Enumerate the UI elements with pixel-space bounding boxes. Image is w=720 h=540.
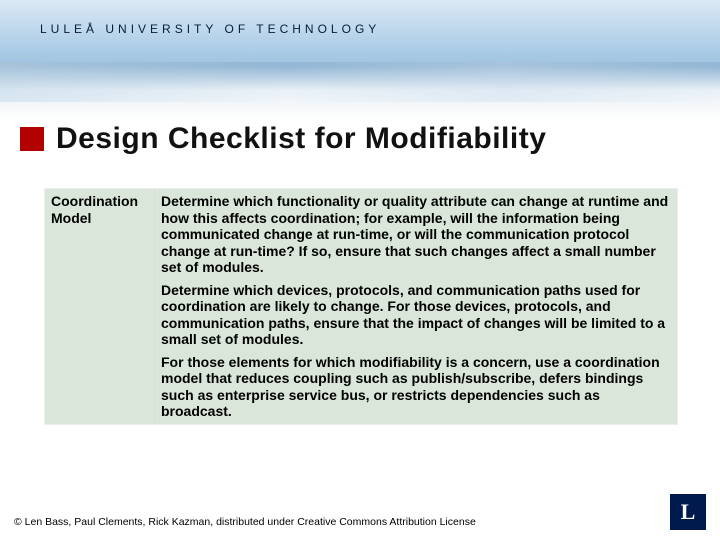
paragraph: Determine which devices, protocols, and … bbox=[161, 282, 671, 348]
row-label: Coordination Model bbox=[45, 189, 155, 425]
header-banner: LULEÅ UNIVERSITY OF TECHNOLOGY bbox=[0, 0, 720, 120]
paragraph: For those elements for which modifiabili… bbox=[161, 354, 671, 420]
title-bullet-icon bbox=[20, 127, 44, 151]
row-content: Determine which functionality or quality… bbox=[155, 189, 678, 425]
title-row: Design Checklist for Modifiability bbox=[0, 122, 720, 156]
paragraph: Determine which functionality or quality… bbox=[161, 193, 671, 276]
footer-attribution: © Len Bass, Paul Clements, Rick Kazman, … bbox=[14, 516, 476, 528]
slide-title: Design Checklist for Modifiability bbox=[56, 122, 546, 156]
checklist-table: Coordination Model Determine which funct… bbox=[44, 188, 678, 425]
logo-letter: L bbox=[681, 499, 696, 525]
university-logo: L bbox=[670, 494, 706, 530]
university-name: LULEÅ UNIVERSITY OF TECHNOLOGY bbox=[40, 22, 380, 36]
